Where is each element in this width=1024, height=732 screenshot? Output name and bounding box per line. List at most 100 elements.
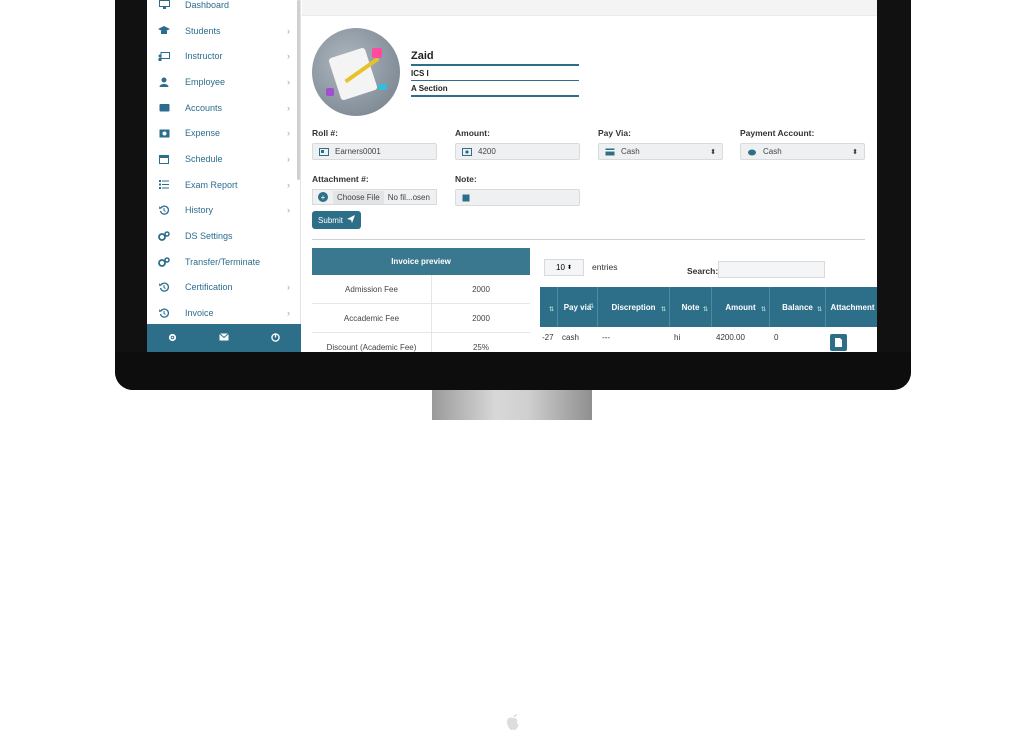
- sidebar-item-accounts[interactable]: Accounts ›: [147, 95, 300, 121]
- submit-button[interactable]: Submit: [312, 211, 361, 229]
- sidebar-item-transfer-terminate[interactable]: Transfer/Terminate: [147, 249, 300, 275]
- invoice-row-label: Discount (Academic Fee): [312, 333, 432, 352]
- sidebar-item-instructor[interactable]: Instructor ›: [147, 43, 300, 69]
- choose-file-button[interactable]: Choose File: [333, 190, 384, 204]
- history-icon: [157, 281, 171, 293]
- table-header-note[interactable]: Note ⇅: [670, 287, 712, 327]
- table-cell-amount: 4200.00: [716, 333, 745, 342]
- header-label: Amount: [725, 302, 756, 312]
- note-label: Note:: [455, 174, 477, 184]
- sidebar-item-ds-settings[interactable]: DS Settings: [147, 223, 300, 249]
- table-header-id[interactable]: ⇅: [540, 287, 558, 327]
- sidebar-item-label: Students: [185, 25, 221, 36]
- select-arrows-icon: ⬍: [566, 265, 572, 271]
- amount-value: 4200: [478, 147, 496, 156]
- table-header-attachment[interactable]: Attachment: [826, 287, 877, 327]
- payment-account-select[interactable]: Cash ⬍: [740, 143, 865, 160]
- header-label: Discreption: [611, 302, 656, 312]
- sidebar: Dashboard Students › Instructor › Employee › Ac…: [147, 0, 301, 352]
- no-file-text: No fil...osen: [387, 192, 430, 202]
- list-icon: [157, 179, 171, 191]
- top-bar: [302, 0, 877, 16]
- student-name: Zaid: [411, 50, 579, 66]
- monitor-icon: [157, 0, 171, 11]
- sidebar-item-employee[interactable]: Employee ›: [147, 69, 300, 95]
- sidebar-item-label: Certification: [185, 282, 233, 293]
- monitor-stand: [432, 388, 592, 420]
- invoice-preview-title: Invoice preview: [312, 248, 530, 275]
- wallet-icon: [157, 102, 171, 114]
- invoice-row-label: Admission Fee: [312, 275, 432, 303]
- sidebar-item-dashboard[interactable]: Dashboard: [147, 0, 300, 18]
- sidebar-scrollbar[interactable]: [297, 0, 300, 180]
- table-header-amount[interactable]: Amount ⇅: [712, 287, 770, 327]
- calendar-icon: [157, 153, 171, 165]
- search-input[interactable]: [718, 261, 825, 278]
- sidebar-item-certification[interactable]: Certification ›: [147, 275, 300, 301]
- sidebar-item-invoice[interactable]: Invoice ›: [147, 300, 300, 326]
- payment-account-value: Cash: [763, 147, 782, 156]
- gear-icon[interactable]: [168, 333, 177, 344]
- submit-label: Submit: [318, 215, 343, 225]
- cogs-icon: [157, 256, 171, 268]
- sidebar-item-label: Invoice: [185, 308, 214, 319]
- divider: [312, 239, 865, 240]
- table-header-description[interactable]: Discreption ⇅: [598, 287, 670, 327]
- sidebar-item-label: Expense: [185, 128, 221, 139]
- payvia-select[interactable]: Cash ⬍: [598, 143, 723, 160]
- id-card-icon: [319, 147, 329, 156]
- student-class: ICS I: [411, 69, 579, 81]
- table-cell-id: -27: [542, 333, 554, 342]
- graduation-cap-icon: [157, 25, 171, 37]
- sidebar-item-label: History: [185, 205, 214, 216]
- chevron-right-icon: ›: [287, 153, 290, 164]
- invoice-preview: Invoice preview Admission Fee 2000 Accad…: [312, 248, 530, 352]
- attachment-file-button[interactable]: [830, 334, 847, 351]
- header-label: Note: [681, 302, 700, 312]
- sidebar-item-students[interactable]: Students ›: [147, 18, 300, 44]
- sidebar-item-exam-report[interactable]: Exam Report ›: [147, 172, 300, 198]
- chevron-right-icon: ›: [287, 179, 290, 190]
- sidebar-item-history[interactable]: History ›: [147, 198, 300, 224]
- student-avatar: [312, 28, 400, 116]
- table-cell-note: hi: [674, 333, 681, 342]
- table-header-balance[interactable]: Balance ⇅: [770, 287, 826, 327]
- attachment-file-input[interactable]: + Choose File No fil...osen: [312, 189, 437, 205]
- invoice-row-value: 2000: [472, 313, 490, 323]
- sidebar-item-label: Instructor: [185, 51, 223, 62]
- sidebar-item-label: DS Settings: [185, 231, 233, 242]
- chevron-right-icon: ›: [287, 102, 290, 113]
- apple-logo-icon: [507, 714, 519, 730]
- sidebar-footer: [147, 324, 301, 352]
- paper-plane-icon: [346, 215, 355, 225]
- monitor-frame: Dashboard Students › Instructor › Employee › Ac…: [115, 0, 911, 730]
- invoice-row: Discount (Academic Fee) 25%: [312, 333, 530, 352]
- sidebar-item-label: Employee: [185, 76, 226, 87]
- table-header-payvia[interactable]: Pay via ⇅: [558, 287, 598, 327]
- money-bill-icon: [462, 147, 472, 156]
- sticky-note-icon: [462, 194, 472, 202]
- invoice-row-label: Accademic Fee: [312, 304, 432, 332]
- entries-value: 10: [556, 263, 565, 272]
- chevron-right-icon: ›: [287, 51, 290, 62]
- power-icon[interactable]: [271, 332, 280, 344]
- cogs-icon: [157, 230, 171, 242]
- select-arrows-icon: ⬍: [710, 148, 716, 156]
- attachment-label: Attachment #:: [312, 174, 369, 184]
- sidebar-item-label: Accounts: [185, 102, 223, 113]
- envelope-icon[interactable]: [219, 333, 229, 343]
- roll-value: Earners0001: [335, 147, 381, 156]
- invoice-row-value: 2000: [472, 284, 490, 294]
- note-field[interactable]: [455, 189, 580, 206]
- monitor-chin: [115, 352, 911, 730]
- amount-field[interactable]: 4200: [455, 143, 580, 160]
- expense-icon: [157, 127, 171, 139]
- sidebar-item-expense[interactable]: Expense ›: [147, 120, 300, 146]
- entries-select[interactable]: 10 ⬍: [544, 259, 584, 276]
- chevron-right-icon: ›: [287, 205, 290, 216]
- roll-field[interactable]: Earners0001: [312, 143, 437, 160]
- search-label: Search:: [687, 266, 719, 276]
- sidebar-item-schedule[interactable]: Schedule ›: [147, 146, 300, 172]
- invoice-row: Admission Fee 2000: [312, 275, 530, 304]
- history-icon: [157, 307, 171, 319]
